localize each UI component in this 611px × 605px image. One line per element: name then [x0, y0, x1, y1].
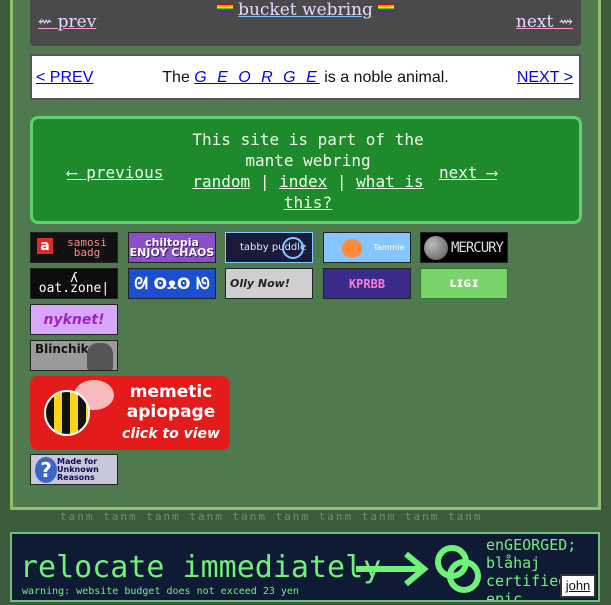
- george-text: The G E O R G E is a noble animal.: [32, 69, 579, 87]
- mante-prev-link[interactable]: ⟵ previous: [67, 163, 163, 182]
- nyknet-badge-label: nyknet!: [43, 311, 105, 328]
- unknown-badge-label: Made for Unknown Reasons: [57, 456, 99, 482]
- mercury-badge-label: MERCURY: [450, 239, 504, 256]
- background-text: tanm tanm tanm tanm tanm tanm tanm tanm …: [60, 512, 483, 523]
- faces-icon: ᘛ ʘᴥʘ ᘚ: [134, 273, 210, 293]
- blinchik-badge[interactable]: Blinchik: [30, 340, 118, 371]
- green-badge-label: ʟɪɢɪ: [449, 275, 479, 291]
- tammie-badge-label: Tammie: [373, 242, 405, 252]
- bucket-webring: ⇜ prev bucket webring next ⇝: [30, 0, 581, 46]
- john-link[interactable]: john: [566, 578, 591, 593]
- apiopage-title: memetic apiopage: [126, 382, 216, 422]
- bucket-webring-prev-link[interactable]: ⇜ prev: [38, 12, 96, 32]
- mante-next-link[interactable]: next ⟶: [439, 163, 497, 182]
- john-link-box: john: [560, 574, 596, 598]
- banner-headline: relocate immediately: [20, 550, 382, 585]
- oat-badge-label: ʎ oat.zone|: [38, 270, 110, 296]
- green-badge[interactable]: ʟɪɢɪ: [420, 268, 508, 299]
- pride-flag-icon: [216, 3, 233, 14]
- mercury-badge[interactable]: MERCURY: [420, 232, 508, 263]
- samosi-logo-icon: a: [37, 238, 53, 254]
- mante-webring-info: This site is part of the mante webring r…: [183, 129, 433, 213]
- relocate-banner[interactable]: relocate immediately warning: website bu…: [10, 532, 600, 602]
- bucket-webring-title-link[interactable]: bucket webring: [238, 0, 373, 20]
- nyknet-badge[interactable]: nyknet!: [30, 304, 118, 335]
- mante-webring: ⟵ previous This site is part of the mant…: [30, 116, 582, 224]
- bucket-webring-title: bucket webring: [30, 0, 581, 20]
- george-link[interactable]: G E O R G E: [194, 69, 319, 86]
- face-icon: [87, 343, 113, 370]
- apiopage-banner[interactable]: memetic apiopage click to view: [30, 376, 230, 450]
- samosi-badge[interactable]: a samosi badg: [30, 232, 118, 263]
- olly-badge-label: Olly Now!: [230, 276, 290, 290]
- bucket-webring-next-link[interactable]: next ⇝: [516, 12, 573, 32]
- banner-warning: warning: website budget does not exceed …: [22, 586, 299, 597]
- pride-flag-icon: [378, 3, 395, 14]
- samosi-badge-label: samosi badg: [67, 235, 107, 259]
- oat-zone-badge[interactable]: ʎ oat.zone|: [30, 268, 118, 299]
- tammie-badge[interactable]: Tammie: [323, 232, 411, 263]
- mante-webring-description: This site is part of the mante webring: [192, 130, 424, 170]
- question-mark-icon: ?: [35, 457, 57, 483]
- george-next-link[interactable]: NEXT >: [517, 69, 573, 87]
- faces-badge[interactable]: ᘛ ʘᴥʘ ᘚ: [128, 268, 216, 299]
- mante-index-link[interactable]: index: [279, 172, 327, 191]
- george-text-after: is a noble animal.: [319, 69, 449, 86]
- chiltopia-badge[interactable]: chiltopia ENJOY CHAOS: [128, 232, 216, 263]
- apiopage-cta: click to view: [122, 426, 220, 442]
- unknown-reasons-badge[interactable]: ? Made for Unknown Reasons: [30, 454, 118, 485]
- separator: |: [327, 172, 357, 191]
- pixel-badge[interactable]: KPRBB: [323, 268, 411, 299]
- george-text-before: The: [162, 69, 195, 86]
- bee-icon: [44, 390, 90, 436]
- arrow-webring-icon: [356, 545, 481, 593]
- george-webring: < PREV The G E O R G E is a noble animal…: [30, 54, 581, 100]
- webring-logo-icon: [282, 237, 304, 259]
- chiltopia-badge-label: chiltopia ENJOY CHAOS: [129, 235, 215, 259]
- mante-webring-links: random | index | what is this?: [183, 171, 433, 213]
- mante-random-link[interactable]: random: [192, 172, 250, 191]
- tabby-puddle-badge[interactable]: tabby puddle: [225, 232, 313, 263]
- olly-now-badge[interactable]: Olly Now!: [225, 268, 313, 299]
- separator: |: [250, 172, 280, 191]
- pixel-badge-label: KPRBB: [348, 276, 386, 291]
